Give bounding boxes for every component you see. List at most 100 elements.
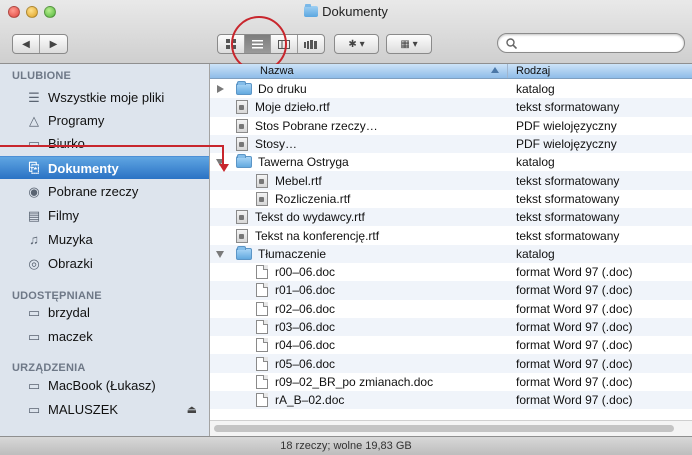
computer-icon: ▭ [27,328,41,344]
column-view-icon [277,39,290,49]
documents-icon: ⎘ [28,160,40,175]
word-document-icon [256,356,268,371]
document-icon [236,210,248,225]
file-kind: format Word 97 (.doc) [516,320,633,334]
sidebar-item-filmy[interactable]: ▤ Filmy [0,204,209,227]
table-row[interactable]: Do druku katalog [210,80,692,98]
file-name: Moje dzieło.rtf [255,100,330,115]
back-button[interactable]: ◀ [13,35,40,53]
table-row[interactable]: Mebel.rtf tekst sformatowany [210,171,692,190]
file-name: r03–06.doc [275,320,336,334]
disclosure-closed-icon[interactable] [217,85,224,93]
file-name: r05–06.doc [275,356,336,371]
table-row[interactable]: r02–06.doc format Word 97 (.doc) [210,300,692,318]
sidebar-item-label: MacBook (Łukasz) [48,378,156,393]
computer-icon: ▭ [27,304,41,320]
sidebar-item-biurko[interactable]: ▭ Biurko [0,132,209,155]
document-icon [236,118,248,133]
table-row[interactable]: r03–06.doc format Word 97 (.doc) [210,317,692,337]
word-document-icon [256,393,268,408]
disclosure-open-icon[interactable] [216,250,224,258]
file-kind: tekst sformatowany [516,173,620,188]
file-kind: format Word 97 (.doc) [516,283,633,298]
toolbar: Dokumenty ◀ ▶ ✱ ▾ ▦ ▾ [0,0,692,64]
sidebar-item-maczek[interactable]: ▭ maczek [0,325,209,348]
sidebar-item-macbook-łukasz[interactable]: ▭ MacBook (Łukasz) [0,374,209,397]
file-name: rA_B–02.doc [275,393,345,408]
word-document-icon [256,320,268,334]
document-icon [236,228,248,243]
sidebar-item-obrazki[interactable]: ◎ Obrazki [0,252,209,275]
arrange-menu-button[interactable]: ▦ ▾ [386,34,432,54]
file-name: Tekst na konferencję.rtf [255,228,380,243]
folder-icon [236,245,252,260]
table-row[interactable]: Tekst do wydawcy.rtf tekst sformatowany [210,208,692,227]
sidebar-item-pobrane-rzeczy[interactable]: ◉ Pobrane rzeczy [0,180,209,203]
file-name: Mebel.rtf [275,173,322,188]
file-name: r04–06.doc [275,338,336,353]
file-name-cell: r02–06.doc [256,301,336,316]
table-row[interactable]: Tłumaczenie katalog [210,244,692,263]
eject-icon[interactable]: ⏏ [187,403,197,416]
sidebar-item-brzydal[interactable]: ▭ brzydal [0,301,209,324]
scrollbar-thumb[interactable] [214,425,674,432]
sidebar-item-label: Filmy [48,208,80,223]
sidebar-item-label: brzydal [48,305,90,320]
list-view-icon [251,39,263,48]
document-icon [236,100,248,115]
downloads-icon: ◉ [28,183,40,199]
table-row[interactable]: Rozliczenia.rtf tekst sformatowany [210,190,692,208]
music-icon: ♫ [29,232,39,247]
table-row[interactable]: Moje dzieło.rtf tekst sformatowany [210,98,692,117]
back-forward-buttons: ◀ ▶ [12,34,68,54]
table-row[interactable]: r04–06.doc format Word 97 (.doc) [210,336,692,354]
table-row[interactable]: Stos Pobrane rzeczy… PDF wielojęzyczny [210,117,692,135]
file-name-cell: Tłumaczenie [236,245,326,261]
table-row[interactable]: r09–02_BR_po zmianach.doc format Word 97 … [210,373,692,391]
table-row[interactable]: rA_B–02.doc format Word 97 (.doc) [210,391,692,410]
search-input[interactable] [521,36,671,50]
sidebar-item-label: Programy [48,113,105,128]
table-row[interactable]: r00–06.doc format Word 97 (.doc) [210,263,692,281]
column-view-button[interactable] [271,35,298,53]
sidebar-item-programy[interactable]: △ Programy [0,109,209,132]
file-name-cell: Stosy… [236,137,297,152]
table-row[interactable]: r01–06.doc format Word 97 (.doc) [210,281,692,300]
sidebar-item-label: maczek [48,329,93,344]
horizontal-scrollbar[interactable] [210,420,692,436]
window-title: Dokumenty [0,4,692,19]
file-name-cell: Stos Pobrane rzeczy… [236,118,378,133]
back-arrow-icon: ◀ [22,38,30,50]
applications-icon: △ [29,112,39,128]
coverflow-view-button[interactable] [298,35,324,53]
file-name-cell: Do druku [236,81,307,96]
sidebar-item-dokumenty[interactable]: ⎘ Dokumenty [0,156,209,179]
sidebar-item-label: Wszystkie moje pliki [48,90,165,105]
forward-button[interactable]: ▶ [40,35,67,53]
table-row[interactable]: Tekst na konferencję.rtf tekst sformatowa… [210,226,692,244]
table-row[interactable]: Stosy… PDF wielojęzyczny [210,134,692,154]
search-field[interactable] [497,33,685,53]
coverflow-view-icon [304,39,318,49]
table-row[interactable]: r05–06.doc format Word 97 (.doc) [210,354,692,373]
folder-icon [304,4,319,17]
annotation-line [0,145,224,147]
forward-arrow-icon: ▶ [49,38,58,50]
file-name: r02–06.doc [275,301,336,316]
icon-view-button[interactable] [218,35,245,53]
kind-column-header[interactable]: Rodzaj [508,64,550,78]
table-row[interactable]: Tawerna Ostryga katalog [210,153,692,171]
file-name-cell: rA_B–02.doc [256,393,345,408]
list-view-button[interactable] [244,35,271,53]
kind-column-label: Rodzaj [516,65,551,77]
file-kind: format Word 97 (.doc) [516,356,633,371]
sidebar-item-muzyka[interactable]: ♫ Muzyka [0,228,209,251]
file-kind: tekst sformatowany [516,228,620,243]
sidebar-item-label: Pobrane rzeczy [48,184,139,199]
sidebar-item-wszystkie-moje-pliki[interactable]: ☰ Wszystkie moje pliki [0,86,209,109]
file-name-cell: r00–06.doc [256,265,335,280]
sidebar-item-maluszek[interactable]: ▭ MALUSZEK ⏏ [0,398,209,421]
name-column-header[interactable]: Nazwa [210,64,508,78]
file-kind: PDF wielojęzyczny [516,137,617,152]
action-menu-button[interactable]: ✱ ▾ [334,34,379,54]
